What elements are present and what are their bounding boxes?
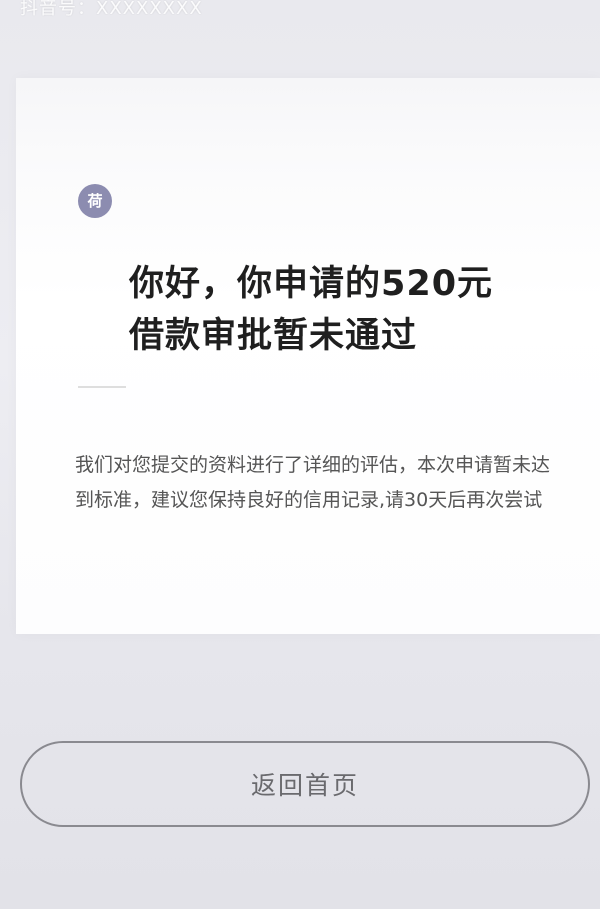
divider — [78, 386, 126, 388]
status-watermark: 抖音号：XXXXXXXX — [20, 0, 203, 19]
result-card: 荷 你好，你申请的520元 借款审批暂未通过 我们对您提交的资料进行了详细的评估… — [16, 78, 600, 634]
title-line-2: 借款审批暂未通过 — [129, 316, 418, 356]
return-home-button[interactable]: 返回首页 — [20, 741, 590, 827]
company-logo-icon: 荷 — [78, 184, 112, 218]
title-line-1: 你好，你申请的520元 — [129, 264, 494, 304]
result-description: 我们对您提交的资料进行了详细的评估，本次申请暂未达到标准，建议您保持良好的信用记… — [75, 454, 551, 511]
logo-glyph: 荷 — [87, 191, 103, 210]
page-title: 你好，你申请的520元 借款审批暂未通过 — [129, 258, 569, 362]
